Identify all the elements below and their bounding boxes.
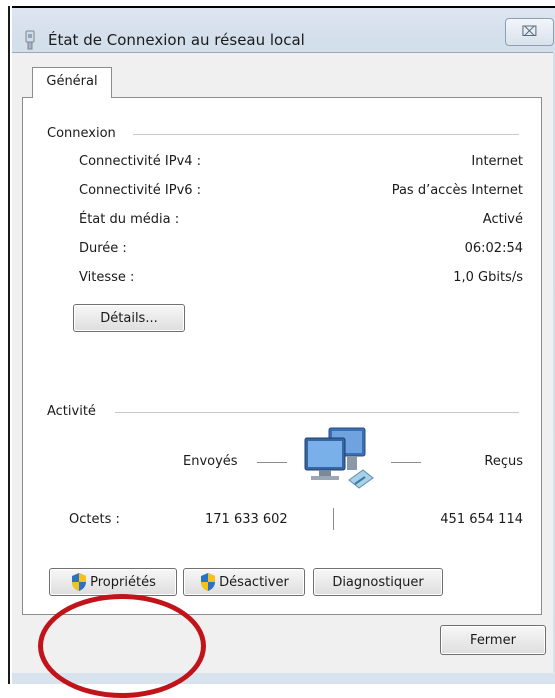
bytes-sent: 171 633 602	[205, 512, 288, 527]
properties-button-label: Propriétés	[90, 574, 156, 590]
tab-general[interactable]: Général	[32, 67, 112, 98]
duration-value: 06:02:54	[464, 241, 523, 256]
activite-group-label: Activité	[47, 404, 96, 419]
speed-label: Vitesse :	[79, 270, 135, 285]
connexion-group-label: Connexion	[47, 126, 116, 141]
annotation-circle	[38, 594, 206, 698]
close-button[interactable]: ⌧	[505, 18, 554, 46]
shield-icon	[72, 573, 87, 591]
diagnose-button-label: Diagnostiquer	[332, 574, 424, 590]
diagnose-button[interactable]: Diagnostiquer	[313, 568, 443, 596]
close-dialog-button-label: Fermer	[470, 632, 516, 648]
ipv4-value: Internet	[471, 154, 523, 169]
ipv6-label: Connectivité IPv6 :	[79, 183, 202, 198]
close-icon: ⌧	[521, 24, 538, 40]
tab-general-label: Général	[46, 74, 98, 89]
network-computers-icon	[304, 427, 374, 489]
ipv4-label: Connectivité IPv4 :	[79, 154, 202, 169]
ipv6-value: Pas d’accès Internet	[391, 183, 523, 198]
connexion-divider	[133, 134, 519, 135]
bytes-separator	[333, 508, 334, 530]
window-title: État de Connexion au réseau local	[48, 31, 305, 49]
screen-edge-left	[0, 0, 12, 684]
disable-button[interactable]: Désactiver	[183, 568, 305, 596]
tab-panel: Connexion Connectivité IPv4 : Internet C…	[22, 97, 542, 615]
shield-icon	[201, 573, 216, 591]
screen-edge-top	[0, 0, 555, 8]
bytes-received: 451 654 114	[440, 512, 523, 527]
media-state-value: Activé	[482, 212, 523, 227]
sent-label: Envoyés	[183, 454, 238, 469]
network-adapter-icon	[25, 30, 35, 50]
client-area: Général Connexion Connectivité IPv4 : In…	[12, 52, 553, 673]
speed-value: 1,0 Gbits/s	[453, 270, 523, 285]
details-button-label: Détails...	[100, 310, 158, 326]
details-button[interactable]: Détails...	[73, 304, 185, 332]
title-bar: État de Connexion au réseau local ⌧	[12, 8, 555, 50]
duration-label: Durée :	[79, 241, 127, 256]
received-label: Reçus	[484, 454, 523, 469]
disable-button-label: Désactiver	[219, 574, 289, 590]
dialog-window: État de Connexion au réseau local ⌧ Géné…	[0, 0, 555, 684]
activite-divider	[115, 412, 519, 413]
sent-dash	[257, 462, 287, 463]
close-dialog-button[interactable]: Fermer	[440, 625, 546, 655]
bytes-label: Octets :	[69, 512, 120, 527]
received-dash	[391, 462, 421, 463]
properties-button[interactable]: Propriétés	[49, 568, 177, 596]
media-state-label: État du média :	[79, 212, 180, 227]
